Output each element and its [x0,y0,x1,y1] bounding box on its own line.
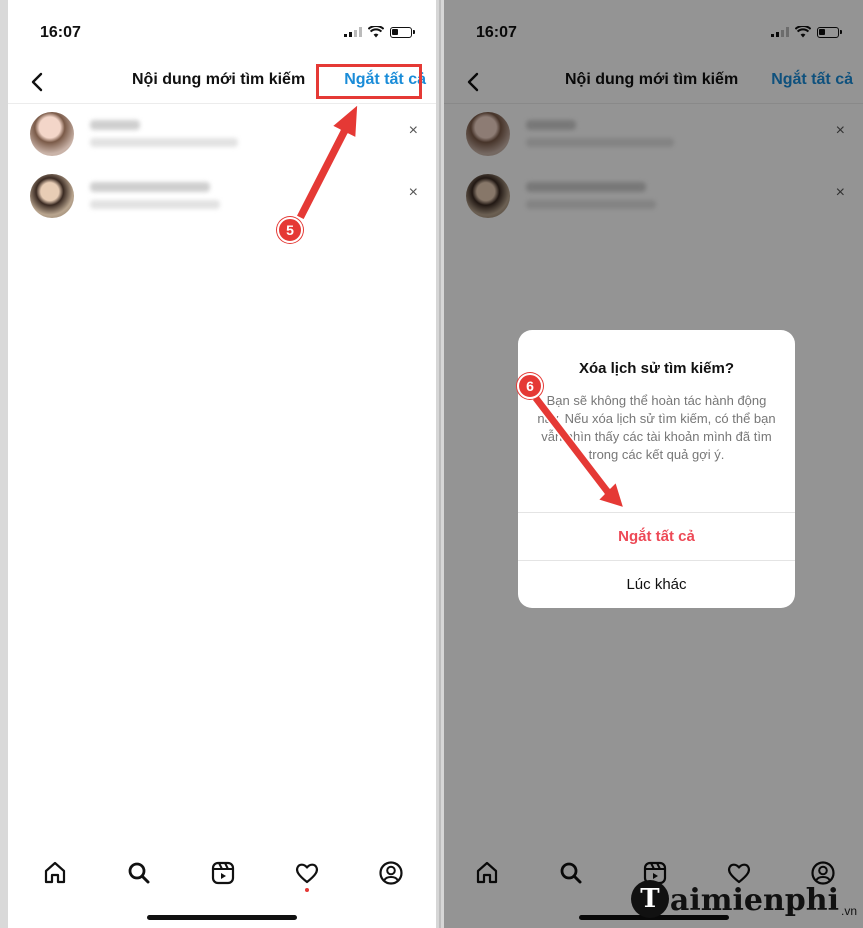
history-item[interactable]: × [8,166,436,226]
blurred-subtitle [90,200,220,209]
blurred-subtitle [90,138,238,147]
blurred-username [90,120,140,130]
home-indicator [147,915,297,920]
signal-icon [344,27,362,37]
page-title: Nội dung mới tìm kiếm [132,71,306,88]
dialog-message: Bạn sẽ không thể hoàn tác hành động này.… [537,393,776,462]
cancel-button[interactable]: Lúc khác [518,560,795,608]
avatar [30,112,74,156]
search-icon[interactable] [126,860,152,886]
battery-icon [390,26,415,38]
remove-item-icon[interactable]: × [409,122,418,140]
watermark-logo: T aimienphi .vn [630,880,857,918]
step-6-badge: 6 [517,373,543,399]
panel-divider [436,0,444,928]
watermark-brand: aimienphi [669,883,839,918]
highlight-box [316,64,422,99]
watermark-tld: .vn [840,904,857,918]
blurred-username [90,182,210,192]
screen-before: 16:07 Nội dung mới tìm kiếm Ngắt tất cả … [8,0,436,928]
dialog-title: Xóa lịch sử tìm kiếm? [578,360,735,377]
confirm-clear-button[interactable]: Ngắt tất cả [518,512,795,560]
status-icons [344,26,415,38]
history-item[interactable]: × [8,104,436,164]
profile-icon[interactable] [378,860,404,886]
tutorial-image: 16:07 Nội dung mới tìm kiếm Ngắt tất cả … [0,0,863,928]
status-time: 16:07 [40,24,81,41]
back-icon[interactable] [26,70,50,94]
wifi-icon [368,26,384,38]
notification-dot [305,888,309,892]
avatar [30,174,74,218]
step-5-badge: 5 [277,217,303,243]
bottom-tab-bar [8,844,436,928]
remove-item-icon[interactable]: × [409,184,418,202]
screen-after: 16:07 Nội dung mới tìm kiếm Ngắt tất cả … [444,0,863,928]
watermark-logo-mark: T [630,880,669,918]
heart-icon[interactable] [294,860,320,886]
reels-icon[interactable] [210,860,236,886]
status-bar: 16:07 [8,0,436,60]
home-icon[interactable] [42,860,68,886]
clear-history-dialog: Xóa lịch sử tìm kiếm? Bạn sẽ không thể h… [518,330,795,608]
